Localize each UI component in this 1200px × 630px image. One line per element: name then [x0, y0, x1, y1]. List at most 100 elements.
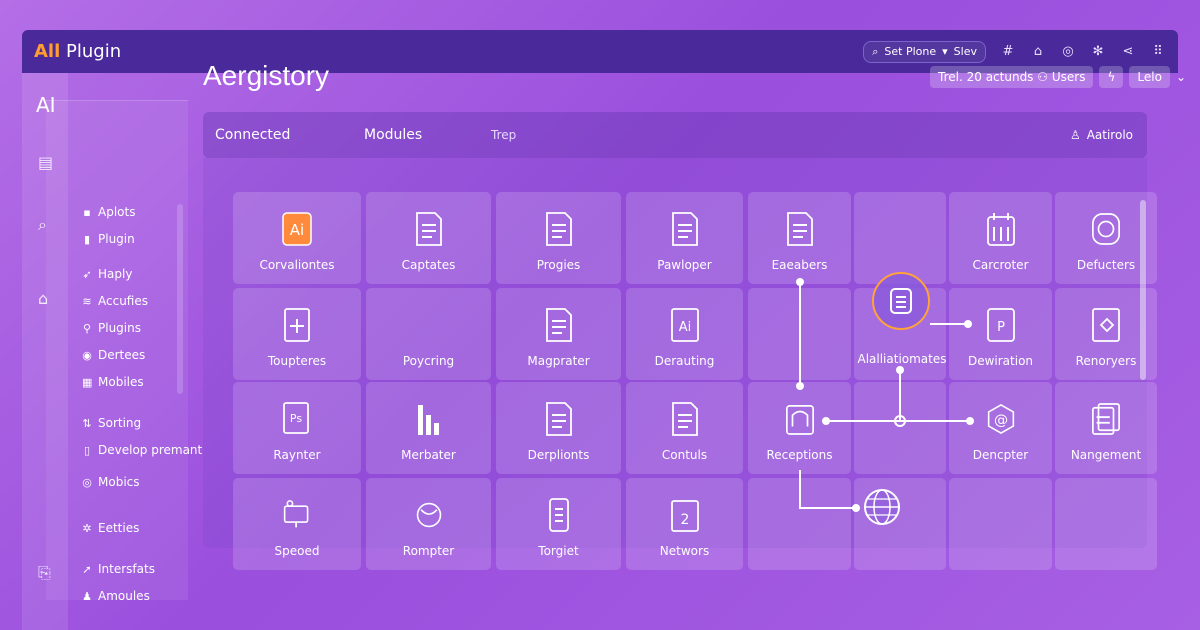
- plugin-card[interactable]: Rompter: [366, 478, 491, 570]
- sidebar-item[interactable]: ➚ Intersfats: [82, 562, 155, 576]
- plugin-card[interactable]: Torgiet: [496, 478, 621, 570]
- plugin-card[interactable]: Merbater: [366, 382, 491, 474]
- user-icon: ♟: [82, 589, 92, 603]
- plugin-card-label: Raynter: [273, 448, 321, 462]
- plugin-card[interactable]: Derplionts: [496, 382, 621, 474]
- sidebar-item[interactable]: ▮ Plugin: [82, 232, 135, 246]
- lock-icon[interactable]: ⌂: [1030, 44, 1046, 59]
- help-label: Lelo: [1137, 70, 1162, 84]
- layers-icon: ≋: [82, 294, 92, 308]
- sidebar-item[interactable]: ▯ Develop premant: [82, 443, 202, 457]
- sidebar-item[interactable]: ◉ Dertees: [82, 348, 145, 362]
- sidebar-item[interactable]: ➶ Haply: [82, 267, 132, 281]
- plugin-card[interactable]: 2 Networs: [626, 478, 743, 570]
- plugin-card[interactable]: Toupteres: [233, 288, 361, 380]
- account-button[interactable]: ♙ Aatirolo: [1070, 128, 1133, 142]
- plugin-card[interactable]: Eaeabers: [748, 192, 851, 284]
- plugin-card-label: Progies: [536, 258, 581, 272]
- dropdown-caret-icon: ▾: [942, 45, 948, 58]
- ai-icon: Ai: [282, 210, 312, 248]
- plugin-card[interactable]: P Dewiration: [949, 288, 1052, 380]
- plugin-card[interactable]: Receptions: [748, 382, 851, 474]
- bolt-button[interactable]: ϟ: [1099, 66, 1124, 88]
- plugin-card[interactable]: Captates: [366, 192, 491, 284]
- plugin-card[interactable]: [949, 478, 1052, 570]
- plugin-card[interactable]: [854, 192, 946, 284]
- plugin-card-label: Networs: [659, 544, 710, 558]
- plugin-card-label: Receptions: [766, 448, 833, 462]
- files-icon: [1091, 400, 1121, 438]
- plugin-card[interactable]: [1055, 478, 1157, 570]
- sort-icon: ⇅: [82, 416, 92, 430]
- chevron-down-icon[interactable]: ⌄: [1176, 70, 1186, 84]
- sidebar-item-label: Develop premant: [98, 443, 203, 457]
- account-label: Aatirolo: [1086, 128, 1133, 142]
- plugin-card[interactable]: Poycring: [366, 288, 491, 380]
- globe-icon[interactable]: [862, 487, 902, 527]
- page-title: Aergistory: [203, 60, 330, 91]
- pin-icon: ➶: [82, 267, 92, 281]
- tab-connected[interactable]: Connected: [215, 127, 290, 143]
- ps-icon: Ps: [282, 400, 312, 438]
- sidebar-item-label: Plugin: [98, 232, 135, 246]
- cube-icon: ▪: [83, 205, 91, 219]
- plugin-card[interactable]: Pawloper: [626, 192, 743, 284]
- plugin-card[interactable]: Progies: [496, 192, 621, 284]
- sidebar-item-label: Accufies: [98, 294, 148, 308]
- plugin-card[interactable]: [748, 288, 851, 380]
- plugin-card[interactable]: Speoed: [233, 478, 361, 570]
- target-icon: ◎: [82, 475, 92, 489]
- globe-doc-icon: [414, 496, 444, 534]
- sidebar-item-label: Haply: [98, 267, 133, 281]
- plugin-card[interactable]: @ Dencpter: [949, 382, 1052, 474]
- at-icon: @: [986, 400, 1016, 438]
- plugin-card[interactable]: Ai Corvaliontes: [233, 192, 361, 284]
- elephant-icon: [785, 400, 815, 438]
- sidebar-item[interactable]: ✲ Eetties: [82, 521, 139, 535]
- bars-icon: [414, 400, 444, 438]
- app-title-rest: Plugin: [60, 41, 122, 62]
- plugin-card[interactable]: Ps Raynter: [233, 382, 361, 474]
- hash-icon[interactable]: #: [1000, 44, 1016, 59]
- sidebar-item[interactable]: ▪ Aplots: [82, 205, 135, 219]
- settings-icon[interactable]: ✻: [1090, 44, 1106, 59]
- arrow-icon: ➚: [82, 562, 92, 576]
- plugin-card[interactable]: Contuls: [626, 382, 743, 474]
- user-icon: ♙: [1069, 128, 1081, 142]
- star-icon: ✲: [82, 521, 92, 535]
- plus-doc-icon: [282, 306, 312, 344]
- search-box[interactable]: ⌕ Set Plone ▾ Slev: [863, 40, 986, 63]
- table-doc-icon: [544, 306, 574, 344]
- sidebar-item-label: Intersfats: [98, 562, 155, 576]
- plugin-card-label: Rompter: [402, 544, 455, 558]
- bolt-icon: ϟ: [1107, 70, 1116, 84]
- plugin-card[interactable]: Magprater: [496, 288, 621, 380]
- sidebar-item[interactable]: ♟ Amoules: [82, 589, 150, 603]
- tab-bar: Connected Modules Trep ♙ Aatirolo: [203, 112, 1147, 158]
- monitor-icon: [282, 496, 312, 534]
- sidebar-item[interactable]: ▦ Mobiles: [82, 375, 144, 389]
- globe-icon[interactable]: ◎: [1060, 44, 1076, 59]
- share-icon[interactable]: ⋖: [1120, 44, 1136, 59]
- svg-text:2: 2: [680, 512, 689, 528]
- help-button[interactable]: Lelo: [1129, 66, 1170, 88]
- plugin-card[interactable]: Nangement: [1055, 382, 1157, 474]
- sidebar-item[interactable]: ◎ Mobics: [82, 475, 139, 489]
- tab-trep[interactable]: Trep: [491, 128, 516, 142]
- grid-scrollbar[interactable]: [1140, 200, 1146, 380]
- sidebar-item[interactable]: ⚲ Plugins: [82, 321, 141, 335]
- svg-text:Ai: Ai: [678, 320, 691, 335]
- users-chip[interactable]: Trel. 20 actunds ⚇ Users: [930, 66, 1094, 88]
- p-doc-icon: P: [986, 306, 1016, 344]
- apps-grid-icon[interactable]: ⠿: [1150, 44, 1166, 59]
- plugin-card[interactable]: [854, 382, 946, 474]
- plugin-card[interactable]: Ai Derauting: [626, 288, 743, 380]
- hub-node[interactable]: [872, 272, 930, 330]
- sidebar-item[interactable]: ⇅ Sorting: [82, 416, 141, 430]
- tab-modules[interactable]: Modules: [364, 127, 422, 143]
- search-icon: ⌕: [872, 44, 879, 58]
- plugin-card[interactable]: Carcroter: [949, 192, 1052, 284]
- plugin-card[interactable]: [748, 478, 851, 570]
- sidebar-item[interactable]: ≋ Accufies: [82, 294, 148, 308]
- sidebar-scrollbar[interactable]: [177, 204, 183, 394]
